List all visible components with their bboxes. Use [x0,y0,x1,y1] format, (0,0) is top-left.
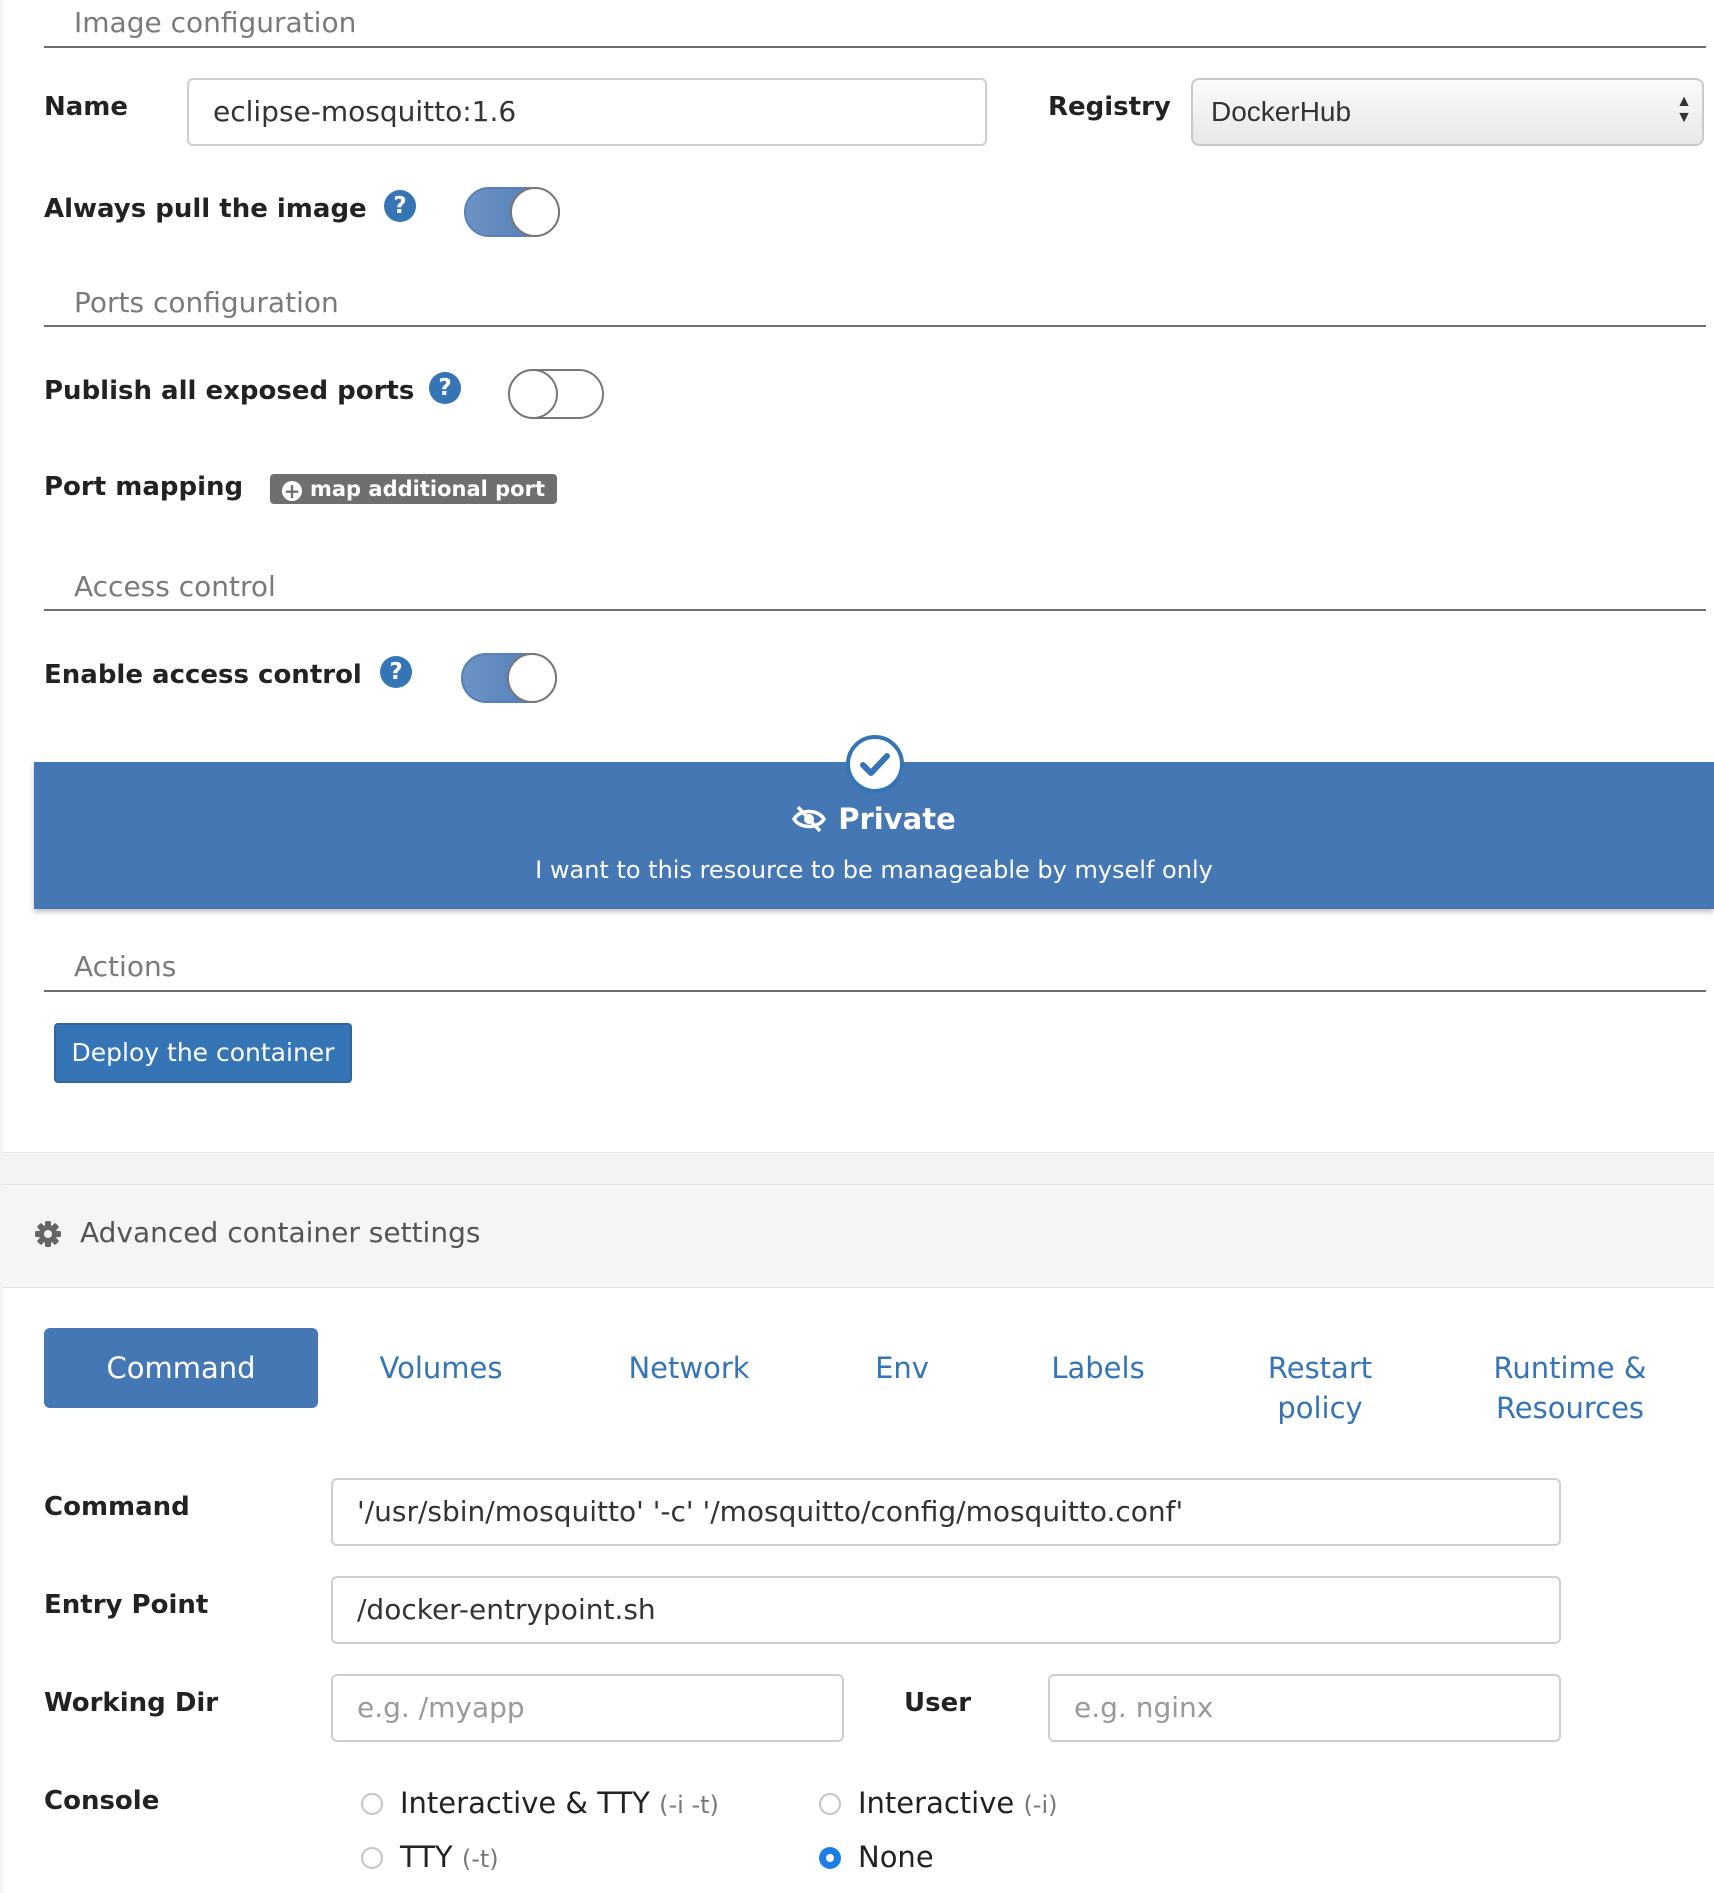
console-option-none[interactable]: None [858,1840,934,1874]
tab-env[interactable]: Env [860,1348,944,1388]
toggle-knob [507,653,557,703]
console-option-label: None [858,1840,934,1874]
console-option-interactive[interactable]: Interactive (-i) [858,1786,1058,1820]
question-circle-icon[interactable]: ? [380,656,412,688]
tab-volumes[interactable]: Volumes [358,1348,524,1388]
private-heading: Private [34,802,1714,836]
private-description: I want to this resource to be manageable… [535,856,1213,884]
registry-label: Registry [1048,92,1171,122]
advanced-settings-title: Advanced container settings [80,1216,481,1249]
map-additional-port-button[interactable]: + map additional port [270,474,557,504]
console-radio-tty[interactable] [361,1847,383,1869]
enable-access-label: Enable access control [44,660,362,690]
user-input[interactable]: e.g. nginx [1048,1674,1561,1742]
question-circle-icon[interactable]: ? [429,372,461,404]
tab-labels[interactable]: Labels [1030,1348,1166,1388]
image-config-title: Image configuration [74,6,357,39]
plus-circle-icon: + [282,479,302,503]
console-option-interactive-tty[interactable]: Interactive & TTY (-i -t) [400,1786,719,1820]
eye-slash-icon [792,805,827,833]
image-name-input[interactable]: eclipse-mosquitto:1.6 [187,78,987,146]
publish-all-label: Publish all exposed ports [44,376,415,406]
tab-restart-policy[interactable]: Restart policy [1246,1348,1394,1428]
registry-selected-value: DockerHub [1211,96,1352,127]
actions-title: Actions [74,950,177,983]
tab-network[interactable]: Network [604,1348,774,1388]
access-control-title: Access control [74,570,276,603]
command-input[interactable]: '/usr/sbin/mosquitto' '-c' '/mosquitto/c… [331,1478,1561,1546]
console-radio-interactive-tty[interactable] [361,1793,383,1815]
working-dir-input[interactable]: e.g. /myapp [331,1674,844,1742]
section-divider [44,325,1706,327]
section-divider [44,609,1706,611]
ports-config-title: Ports configuration [74,286,339,319]
map-port-label: map additional port [310,477,545,501]
console-option-label: Interactive [858,1786,1015,1820]
toggle-knob [510,187,560,237]
command-label: Command [44,1492,190,1522]
always-pull-toggle[interactable] [464,187,560,237]
section-divider [44,990,1706,992]
console-label: Console [44,1786,160,1816]
working-dir-label: Working Dir [44,1688,219,1718]
console-option-tty[interactable]: TTY (-t) [400,1840,499,1874]
tab-runtime-resources[interactable]: Runtime & Resources [1460,1348,1680,1428]
check-circle-icon [846,735,904,793]
question-circle-icon[interactable]: ? [384,190,416,222]
console-option-flag: (-t) [461,1845,499,1873]
console-option-label: Interactive & TTY [400,1786,650,1820]
port-mapping-label: Port mapping [44,472,244,502]
select-arrows-icon: ▲ ▼ [1676,93,1692,126]
console-option-flag: (-i) [1023,1791,1058,1819]
deploy-container-button[interactable]: Deploy the container [54,1023,352,1083]
publish-all-toggle[interactable] [508,369,604,419]
tab-command[interactable]: Command [44,1328,318,1408]
always-pull-label: Always pull the image [44,194,367,224]
user-label: User [904,1688,972,1718]
name-label: Name [44,92,129,122]
console-radio-interactive[interactable] [819,1793,841,1815]
entry-point-input[interactable]: /docker-entrypoint.sh [331,1576,1561,1644]
entry-point-label: Entry Point [44,1590,209,1620]
access-control-toggle[interactable] [461,653,557,703]
registry-select[interactable]: DockerHub ▲ ▼ [1191,78,1704,146]
console-option-flag: (-i -t) [659,1791,719,1819]
private-title: Private [838,802,956,836]
toggle-knob [508,369,558,419]
console-option-label: TTY [400,1840,453,1874]
console-radio-none[interactable] [819,1847,841,1869]
section-divider [44,46,1706,48]
gear-icon [35,1221,61,1247]
